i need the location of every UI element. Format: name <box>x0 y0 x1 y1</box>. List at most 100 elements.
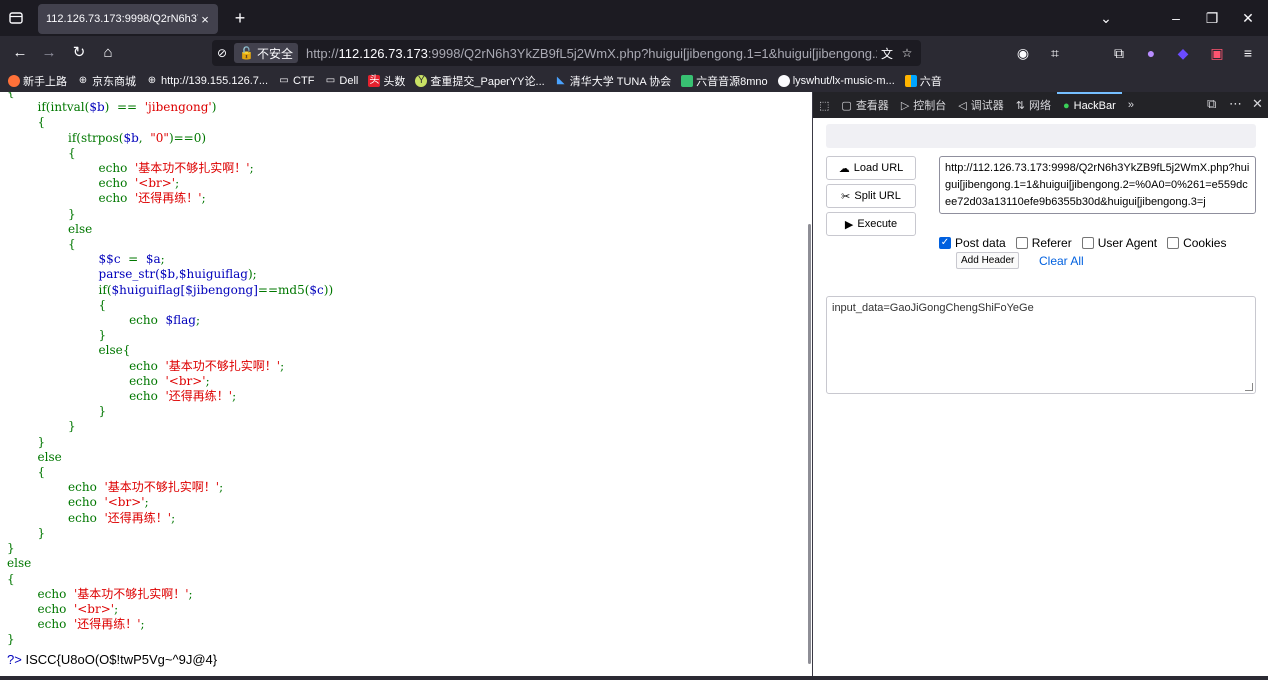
tab-label: HackBar <box>1073 100 1116 112</box>
back-arrow-icon[interactable]: ← <box>9 42 31 64</box>
devtools-menu-icon[interactable]: ⋯ <box>1229 96 1242 112</box>
inspector-icon: ▢ <box>841 99 852 112</box>
flag-output: ISCC{U8oO(O$!twP5Vg~^9J@4} <box>25 652 218 667</box>
url-host: 112.126.73.173 <box>338 45 428 61</box>
bookmark-item[interactable]: ⊕ http://139.155.126.7... <box>146 75 268 87</box>
dock-side-icon[interactable]: ⧉ <box>1207 96 1216 112</box>
bookmark-folder[interactable]: ▭ CTF <box>278 75 314 87</box>
tab-debugger[interactable]: ◁ 调试器 <box>952 92 1009 118</box>
tab-list-button[interactable] <box>6 8 26 28</box>
insecure-label: 不安全 <box>256 46 293 61</box>
tab-network[interactable]: ⇅ 网络 <box>1010 92 1057 118</box>
button-label: Execute <box>857 218 898 230</box>
bookmark-item[interactable]: ◣ 清华大学 TUNA 协会 <box>555 73 671 89</box>
close-window-icon[interactable]: ✕ <box>1238 8 1258 28</box>
post-data-checkbox[interactable]: ✓ Post data <box>939 236 1006 250</box>
tab-label: 调试器 <box>970 100 1004 112</box>
globe-icon: ⊕ <box>78 75 88 86</box>
home-icon[interactable]: ⌂ <box>97 42 119 64</box>
bookmark-item[interactable]: 六音音源8mno <box>681 73 768 89</box>
extension-diamond-icon[interactable]: ◆ <box>1172 42 1194 64</box>
restore-icon[interactable]: ❐ <box>1202 8 1222 28</box>
tab-console[interactable]: ▷ 控制台 <box>895 92 952 118</box>
minimize-icon[interactable]: – <box>1166 8 1186 28</box>
reload-icon[interactable]: ↻ <box>68 42 90 64</box>
bottom-edge <box>0 676 1268 680</box>
user-agent-checkbox[interactable]: User Agent <box>1081 236 1157 250</box>
app-icon <box>904 75 917 87</box>
devtools-panel: ⬚ ▢ 查看器 ▷ 控制台 ◁ 调试器 ⇅ 网络 ● HackBar » ⧉ ⋯ ✕ ☁ L… <box>812 92 1268 680</box>
php-close-tag: ?> <box>7 652 22 667</box>
hackbar-url-textarea[interactable]: http://112.126.73.173:9998/Q2rN6h3YkZB9f… <box>939 156 1256 214</box>
checkbox-label: Cookies <box>1183 236 1227 250</box>
tab-hackbar[interactable]: ● HackBar <box>1056 92 1122 118</box>
add-header-button[interactable]: Add Header <box>956 252 1020 269</box>
debugger-icon: ◁ <box>958 99 967 112</box>
browser-tab-active[interactable]: 112.126.73.173:9998/Q2rN6h3Yk × <box>38 4 218 34</box>
resize-handle-icon[interactable] <box>1245 383 1253 391</box>
bookmark-item[interactable]: 新手上路 <box>8 73 67 89</box>
page-info-icon[interactable]: ⊘ <box>212 46 232 60</box>
bookmark-label: lyswhut/lx-music-m... <box>792 75 895 87</box>
execute-button[interactable]: ▶ Execute <box>826 212 916 236</box>
bookmark-star-icon[interactable]: ☆ <box>897 46 917 60</box>
paperyy-icon: Y <box>415 75 428 87</box>
bookmark-item[interactable]: 六音 <box>904 73 942 89</box>
tab-overflow-chevron-icon[interactable]: ⌄ <box>1096 8 1116 28</box>
not-secure-badge[interactable]: 🔓 不安全 <box>234 43 298 63</box>
extensions-icon[interactable]: ⧉ <box>1108 42 1130 64</box>
music-icon <box>681 75 694 87</box>
tuna-icon: ◣ <box>556 75 565 86</box>
bookmark-label: Dell <box>339 75 359 87</box>
toutiao-icon: 头 <box>368 75 381 87</box>
bookmark-label: http://139.155.126.7... <box>161 75 269 87</box>
tab-list-icon <box>9 12 23 24</box>
cookies-checkbox[interactable]: Cookies <box>1167 236 1226 250</box>
element-picker-icon[interactable]: ⬚ <box>813 92 835 118</box>
more-tabs-icon[interactable]: » <box>1122 92 1140 118</box>
post-data-textarea[interactable]: input_data=GaoJiGongChengShiFoYeGe <box>826 296 1256 394</box>
forward-arrow-icon[interactable]: → <box>38 42 60 64</box>
bookmark-item[interactable]: Y 查重提交_PaperYY论... <box>415 73 545 89</box>
screenshot-crop-icon[interactable]: ⌗ <box>1044 42 1066 64</box>
translate-icon[interactable]: 文 <box>877 45 897 62</box>
tab-title: 112.126.73.173:9998/Q2rN6h3Yk <box>46 13 198 25</box>
new-tab-button[interactable]: + <box>230 8 250 28</box>
cloud-download-icon: ☁ <box>838 162 850 175</box>
split-url-button[interactable]: ✂ Split URL <box>826 184 916 208</box>
scissors-icon: ✂ <box>841 190 851 203</box>
output-line: ?> ISCC{U8oO(O$!twP5Vg~^9J@4} <box>7 652 217 667</box>
referer-checkbox[interactable]: Referer <box>1015 236 1072 250</box>
extension-circle-icon[interactable]: ● <box>1140 42 1162 64</box>
tab-label: 网络 <box>1028 100 1051 112</box>
page-scrollbar[interactable] <box>808 224 811 664</box>
load-url-button[interactable]: ☁ Load URL <box>826 156 916 180</box>
tab-strip: 112.126.73.173:9998/Q2rN6h3Yk × + ⌄ – ❐ … <box>0 0 1268 36</box>
tab-close-icon[interactable]: × <box>198 12 212 27</box>
bookmark-label: 查重提交_PaperYY论... <box>430 76 545 88</box>
app-menu-icon[interactable]: ≡ <box>1237 42 1259 64</box>
button-label: Split URL <box>854 190 901 202</box>
account-icon[interactable]: ◉ <box>1012 42 1034 64</box>
bookmark-folder[interactable]: ▭ Dell <box>324 75 359 87</box>
bookmark-label: 新手上路 <box>23 76 67 88</box>
url-text[interactable]: http://112.126.73.173:9998/Q2rN6h3YkZB9f… <box>306 46 877 61</box>
hackbar-top-bar <box>826 124 1256 148</box>
bookmark-item[interactable]: lyswhut/lx-music-m... <box>777 75 895 87</box>
extension-badge-icon[interactable]: ▣ <box>1206 42 1228 64</box>
bookmark-label: 清华大学 TUNA 协会 <box>569 76 672 88</box>
insecure-lock-icon: 🔓 <box>239 46 254 60</box>
checkbox-label: Post data <box>955 236 1006 250</box>
bookmark-item[interactable]: ⊕ 京东商城 <box>77 73 136 89</box>
clear-all-link[interactable]: Clear All <box>1039 254 1084 268</box>
devtools-close-icon[interactable]: ✕ <box>1252 96 1263 112</box>
bookmark-item[interactable]: 头头数 <box>368 73 405 89</box>
github-icon <box>777 75 790 87</box>
tab-inspector[interactable]: ▢ 查看器 <box>835 92 894 118</box>
tab-label: 查看器 <box>855 100 889 112</box>
address-bar[interactable]: ⊘ 🔓 不安全 http://112.126.73.173:9998/Q2rN6… <box>212 40 921 66</box>
firefox-icon <box>8 75 20 87</box>
tab-label: 控制台 <box>913 100 947 112</box>
url-rest: :9998/Q2rN6h3YkZB9fL5j2WmX.php?huigui[ji… <box>427 45 877 61</box>
folder-icon: ▭ <box>279 75 289 86</box>
